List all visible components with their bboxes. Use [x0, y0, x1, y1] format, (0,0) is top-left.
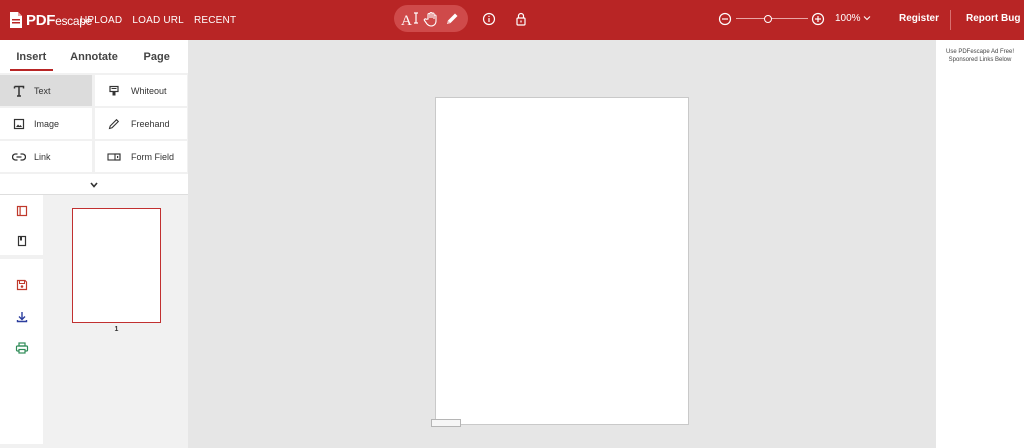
hand-icon[interactable] [421, 9, 441, 29]
top-bar: PDFescape UPLOAD LOAD URL RECENT A 100% … [0, 0, 1024, 40]
sponsored-label: Sponsored Links Below [948, 57, 1012, 63]
page-thumbnail[interactable] [72, 208, 161, 323]
link-tool-label: Link [34, 151, 51, 162]
top-nav: UPLOAD LOAD URL RECENT [80, 0, 236, 40]
chevron-down-icon [90, 175, 98, 193]
report-bug-link[interactable]: Report Bug [966, 13, 1020, 24]
zoom-out-icon[interactable] [716, 10, 734, 28]
upload-link[interactable]: UPLOAD [80, 15, 122, 26]
zoom-slider[interactable] [736, 15, 808, 23]
form-field-icon [107, 150, 121, 164]
whiteout-icon [107, 84, 121, 98]
zoom-level-select[interactable]: 100% [835, 13, 871, 24]
page-thumbnail-number: 1 [114, 326, 119, 333]
freehand-tool-label: Freehand [131, 118, 170, 129]
ad-notice[interactable]: Use PDFescape Ad Free! Sponsored Links B… [936, 48, 1024, 64]
ad-panel: Use PDFescape Ad Free! Sponsored Links B… [936, 40, 1024, 448]
print-icon[interactable] [0, 334, 43, 362]
image-icon [12, 117, 26, 131]
zoom-slider-handle[interactable] [764, 15, 773, 23]
sidebar-toggle-icon[interactable] [0, 197, 43, 225]
recent-link[interactable]: RECENT [194, 15, 236, 26]
svg-text:A: A [401, 13, 412, 27]
bookmark-icon[interactable] [0, 227, 43, 255]
whiteout-tool-button[interactable]: Whiteout [95, 75, 187, 106]
logo-mark-icon [8, 11, 24, 29]
text-icon [12, 84, 26, 98]
load-url-link[interactable]: LOAD URL [132, 15, 184, 26]
zoom-level-value: 100% [835, 13, 861, 24]
chevron-down-icon [863, 13, 871, 24]
ad-free-link[interactable]: Use PDFescape Ad Free! [936, 48, 1024, 56]
document-workspace [188, 40, 936, 448]
page-thumbnails-panel: 1 [43, 195, 188, 444]
text-tool-button[interactable]: Text [0, 75, 92, 106]
download-icon[interactable] [0, 303, 43, 331]
insert-tools-grid: Text Whiteout Image Freehand Link Form F… [0, 73, 188, 172]
tool-tabs: Insert Annotate Page [0, 40, 188, 73]
lock-icon[interactable] [512, 10, 530, 28]
register-link[interactable]: Register [899, 13, 939, 24]
info-icon[interactable] [480, 10, 498, 28]
page-label-tab [431, 419, 461, 427]
link-icon [12, 150, 26, 164]
expand-tools-button[interactable] [0, 174, 188, 194]
mode-tool-group: A [394, 5, 468, 32]
image-tool-button[interactable]: Image [0, 108, 92, 139]
form-field-tool-button[interactable]: Form Field [95, 141, 187, 172]
save-icon[interactable] [0, 271, 43, 299]
whiteout-tool-label: Whiteout [131, 85, 167, 96]
pencil-icon[interactable] [442, 9, 462, 29]
image-tool-label: Image [34, 118, 60, 129]
zoom-in-icon[interactable] [809, 10, 827, 28]
side-action-strip [0, 195, 43, 444]
text-select-icon[interactable]: A [400, 9, 420, 29]
form-field-tool-label: Form Field [131, 151, 175, 162]
tab-insert[interactable]: Insert [0, 40, 63, 73]
top-divider [950, 10, 951, 30]
pencil-icon [107, 117, 121, 131]
strip-divider [0, 255, 43, 259]
freehand-tool-button[interactable]: Freehand [95, 108, 187, 139]
text-tool-label: Text [34, 85, 51, 96]
link-tool-button[interactable]: Link [0, 141, 92, 172]
tab-annotate[interactable]: Annotate [63, 40, 126, 73]
tab-page[interactable]: Page [125, 40, 188, 73]
pdf-page-canvas[interactable] [435, 97, 689, 425]
